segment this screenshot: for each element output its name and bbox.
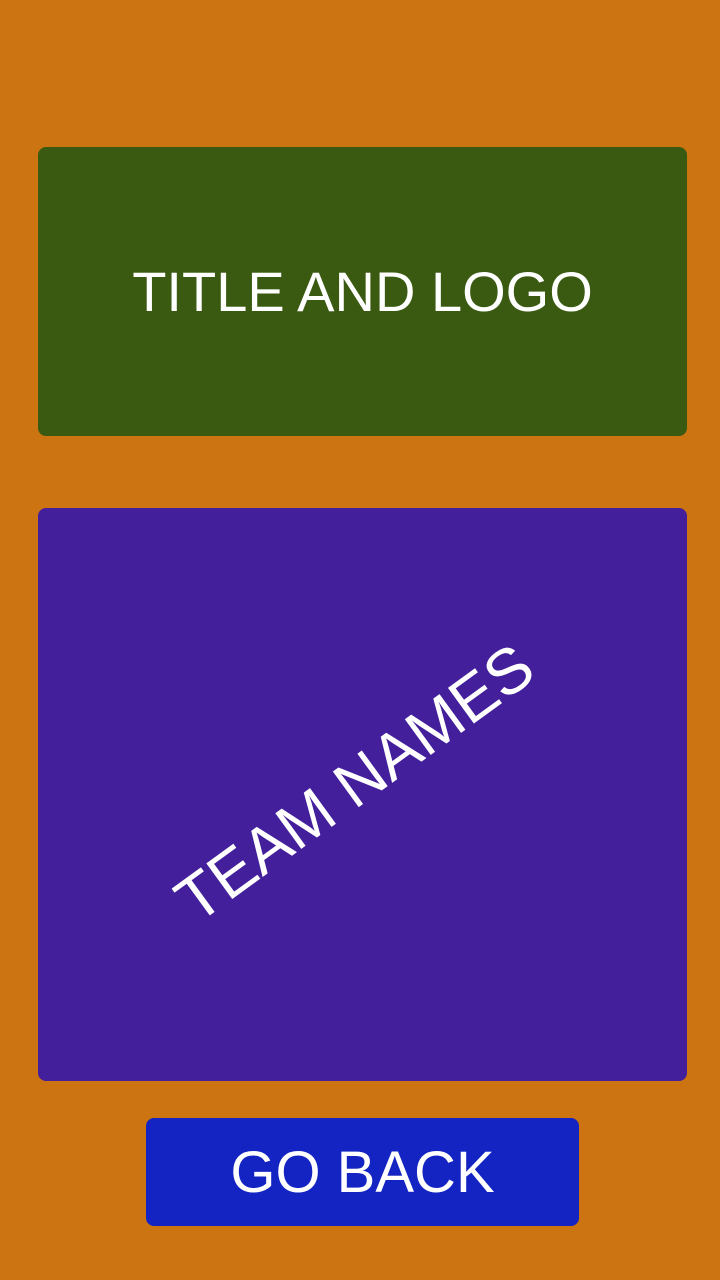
- title-and-logo-panel: TITLE AND LOGO: [38, 147, 687, 436]
- go-back-button[interactable]: GO BACK: [146, 1118, 579, 1226]
- team-names-label: TEAM NAMES: [162, 629, 547, 936]
- team-names-panel: TEAM NAMES: [38, 508, 687, 1081]
- title-and-logo-label: TITLE AND LOGO: [132, 260, 593, 323]
